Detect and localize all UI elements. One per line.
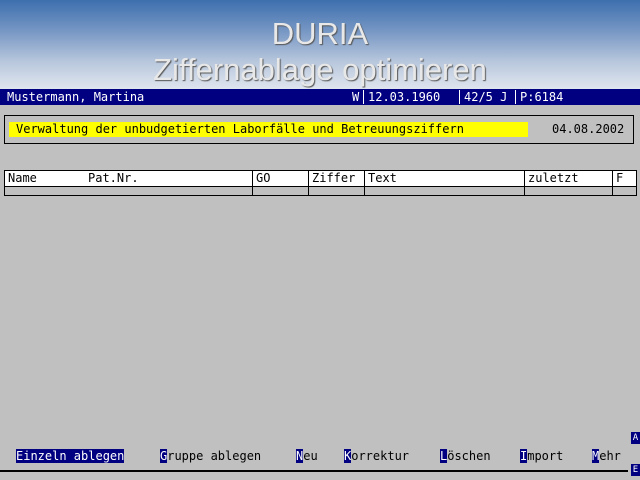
scroll-up-button[interactable]: A	[631, 432, 640, 444]
menu-label: ehr	[599, 449, 621, 463]
column-divider	[524, 171, 525, 186]
mehr-button[interactable]: Mehr	[592, 446, 621, 466]
column-divider	[612, 187, 613, 195]
scroll-down-button[interactable]: E	[631, 464, 640, 476]
column-divider	[308, 171, 309, 186]
app-subtitle: Ziffernablage optimieren	[153, 52, 487, 87]
table-header-row: Name Pat.Nr. GO Ziffer Text zuletzt F	[4, 170, 637, 187]
table-row[interactable]	[4, 187, 637, 196]
bottom-divider	[0, 470, 628, 472]
patient-age: 42/5 J	[464, 90, 508, 104]
menu-label: eu	[303, 449, 318, 463]
column-header-zuletzt[interactable]: zuletzt	[528, 171, 579, 186]
import-button[interactable]: Import	[520, 446, 563, 466]
column-divider	[252, 187, 253, 195]
column-divider	[364, 171, 365, 186]
ziffern-table: Name Pat.Nr. GO Ziffer Text zuletzt F	[4, 170, 637, 196]
column-header-ziffer[interactable]: Ziffer	[312, 171, 355, 186]
column-divider	[252, 171, 253, 186]
divider	[363, 90, 364, 104]
neu-button[interactable]: Neu	[296, 446, 318, 466]
column-header-go[interactable]: GO	[256, 171, 270, 186]
patient-birthdate: 12.03.1960	[368, 90, 441, 104]
title-banner: DURIA Ziffernablage optimieren	[0, 0, 640, 89]
menu-label: mport	[527, 449, 564, 463]
column-header-f[interactable]: F	[616, 171, 623, 186]
column-divider	[364, 187, 365, 195]
function-menu: Einzeln ablegen Gruppe ablegen Neu Korre…	[0, 446, 640, 466]
loeschen-button[interactable]: Löschen	[440, 446, 491, 466]
column-divider	[612, 171, 613, 186]
column-divider	[524, 187, 525, 195]
patient-sex: W	[352, 90, 360, 104]
info-date: 04.08.2002	[552, 122, 625, 136]
menu-label: öschen	[447, 449, 491, 463]
divider	[515, 90, 516, 104]
patient-id: P:6184	[520, 90, 564, 104]
app-title: DURIA	[271, 16, 369, 51]
column-header-pat-nr[interactable]: Pat.Nr.	[88, 171, 139, 186]
menu-label: ruppe ablegen	[167, 449, 262, 463]
column-divider	[308, 187, 309, 195]
column-header-text[interactable]: Text	[368, 171, 397, 186]
korrektur-button[interactable]: Korrektur	[344, 446, 409, 466]
patient-bar: Mustermann, Martina W 12.03.1960 42/5 J …	[0, 89, 640, 105]
column-header-name[interactable]: Name	[8, 171, 37, 186]
menu-label: orrektur	[351, 449, 410, 463]
gruppe-ablegen-button[interactable]: Gruppe ablegen	[160, 446, 261, 466]
hotkey: Einzeln ablegen	[16, 449, 125, 463]
patient-name: Mustermann, Martina	[7, 90, 145, 104]
einzeln-ablegen-button[interactable]: Einzeln ablegen	[16, 446, 125, 466]
info-title: Verwaltung der unbudgetierten Laborfälle…	[9, 122, 528, 137]
divider	[459, 90, 460, 104]
